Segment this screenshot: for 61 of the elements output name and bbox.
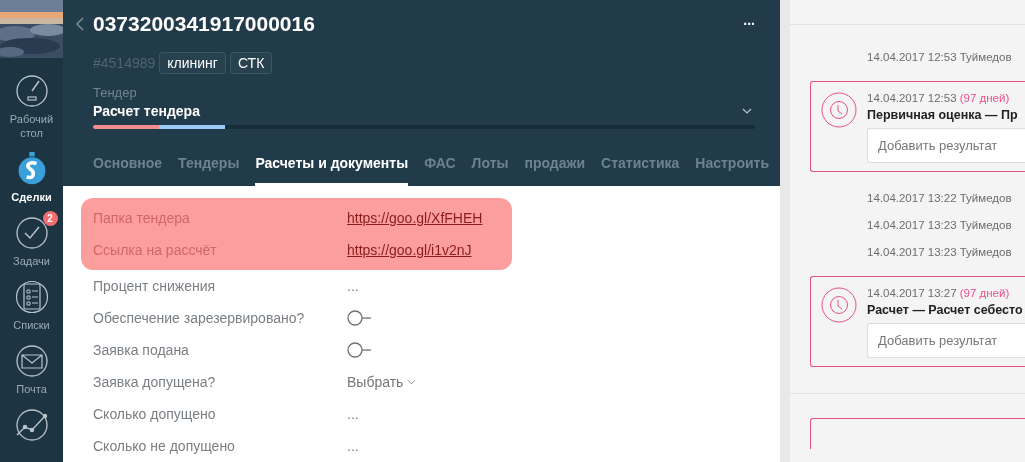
field-label: Обеспечение зарезервировано?: [93, 310, 306, 326]
tag[interactable]: клининг: [159, 52, 226, 74]
feed-note: 14.04.2017 13:23 Туймедов: [866, 246, 1013, 258]
task-title: Первичная оценка — Пр: [867, 108, 1019, 122]
toggle[interactable]: [347, 342, 373, 358]
tab[interactable]: Настроить: [695, 155, 770, 186]
tab[interactable]: Основное: [93, 155, 163, 186]
nav-item[interactable]: Списки: [0, 274, 63, 332]
nav-label: Рабочий стол: [8, 112, 55, 140]
clock-icon: [821, 92, 857, 128]
field-label: Заявка подана: [93, 342, 190, 358]
tab[interactable]: Лоты: [471, 155, 509, 186]
clock-icon: [821, 287, 857, 323]
link[interactable]: https://goo.gl/XfFHEH: [347, 210, 483, 226]
tab[interactable]: Статистика: [601, 155, 680, 186]
nav-label: Почта: [15, 382, 48, 396]
nav-item[interactable]: Рабочий стол: [0, 68, 63, 140]
gauge-icon: [14, 74, 49, 108]
nav-item[interactable]: Почта: [0, 338, 63, 396]
count-badge: 2: [42, 211, 58, 226]
field-label: Процент снижения: [93, 278, 217, 294]
field-label: Сколько не допущено: [93, 438, 236, 454]
toggle[interactable]: [347, 310, 373, 326]
more-menu[interactable]: ...: [743, 12, 755, 28]
feed-note: 14.04.2017 13:22 Туймедов: [866, 192, 1013, 204]
nav-label: Списки: [12, 318, 51, 332]
list-icon: [14, 280, 49, 314]
tab[interactable]: Тендеры: [178, 155, 240, 186]
tab[interactable]: продажи: [524, 155, 586, 186]
nav-label: Задачи: [12, 254, 51, 268]
task-time: 14.04.2017 13:27 (97 дней): [867, 287, 1011, 299]
field-value[interactable]: ...: [347, 278, 359, 294]
link[interactable]: https://goo.gl/i1v2nJ: [347, 242, 472, 258]
pipeline-label: Тендер: [93, 85, 138, 100]
result-field[interactable]: Добавить результат: [867, 128, 1025, 163]
tag[interactable]: СТК: [229, 52, 273, 74]
nav-item[interactable]: 2 Задачи: [0, 210, 63, 268]
chart-icon: [14, 408, 49, 442]
deal-title: 0373200341917000016: [93, 12, 316, 36]
tab[interactable]: ФАС: [424, 155, 456, 186]
field-value[interactable]: ...: [347, 406, 359, 422]
chevron-down-icon: [407, 379, 417, 385]
field-value[interactable]: ...: [347, 438, 359, 454]
field-label: Ссылка на рассчёт: [93, 242, 218, 258]
chevron-down-icon[interactable]: [742, 108, 752, 114]
field-label: Заявка допущена?: [93, 374, 217, 390]
stage-name[interactable]: Расчет тендера: [93, 103, 200, 119]
checkmark-icon: [14, 216, 49, 250]
field-label: Сколько допущено: [93, 406, 217, 422]
mail-icon: [14, 344, 49, 378]
select-dropdown[interactable]: Выбрать: [347, 374, 417, 390]
tab[interactable]: Расчеты и документы: [255, 155, 409, 186]
nav-label: Сделки: [10, 190, 53, 204]
task-time: 14.04.2017 12:53 (97 дней): [867, 92, 1011, 104]
feed-note: 14.04.2017 13:23 Туймедов: [866, 219, 1013, 231]
task-title: Расчет — Расчет себесто: [867, 303, 1024, 317]
back-icon[interactable]: [76, 17, 84, 31]
feed-note: 14.04.2017 12:53 Туймедов: [866, 51, 1013, 63]
result-field[interactable]: Добавить результат: [867, 323, 1025, 358]
field-label: Папка тендера: [93, 210, 191, 226]
nav-item[interactable]: Сделки: [0, 146, 63, 204]
